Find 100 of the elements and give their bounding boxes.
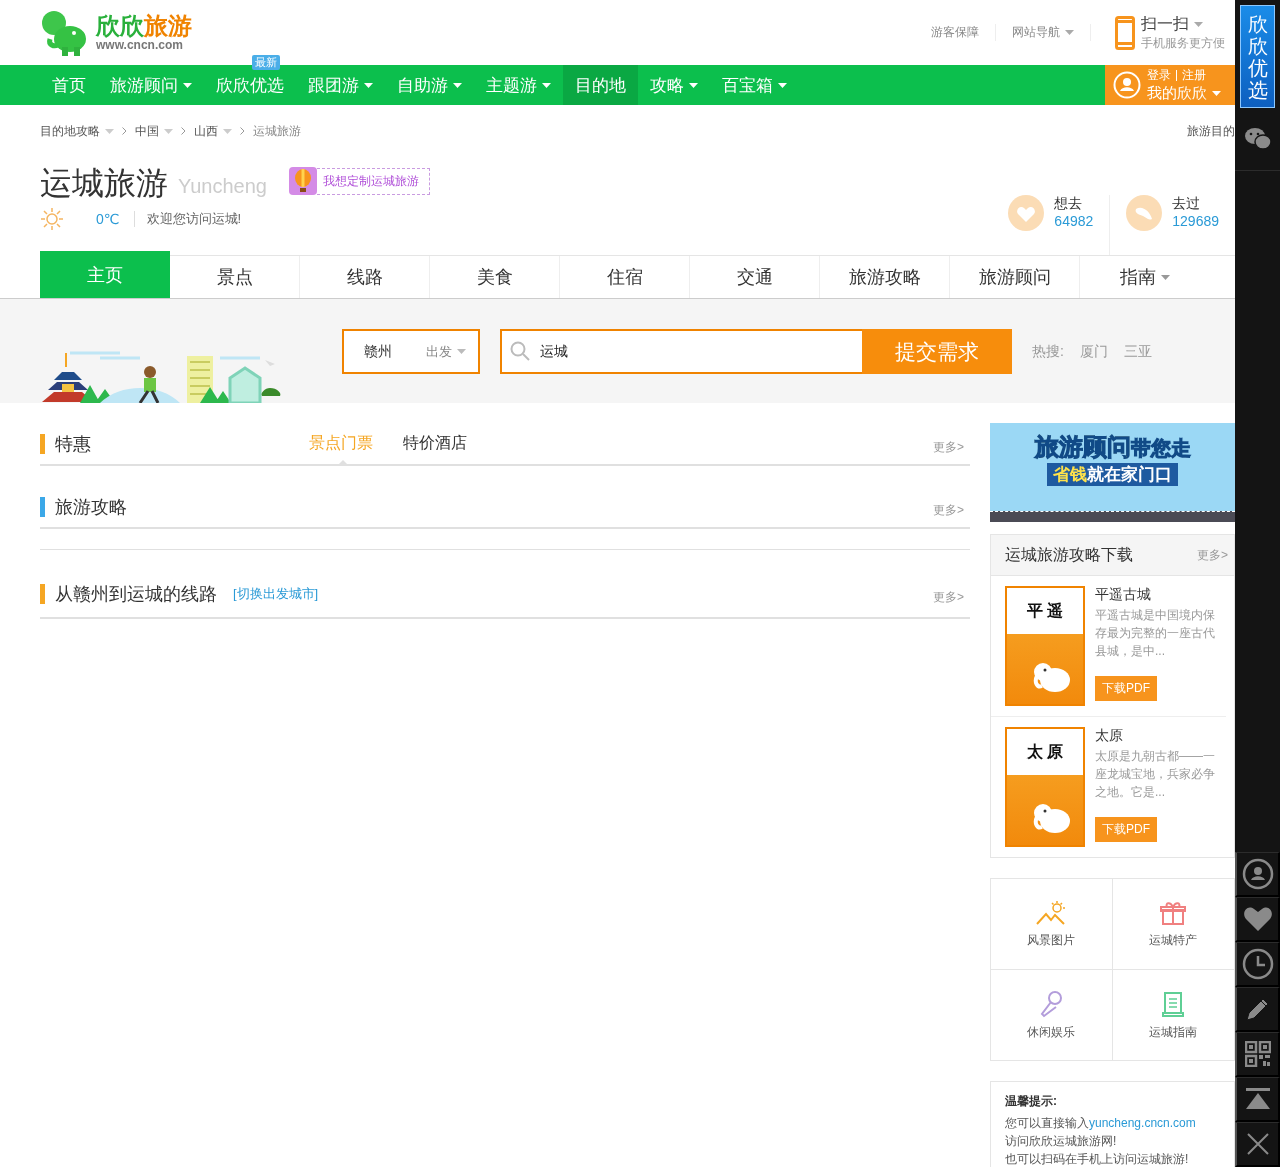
stat-label: 去过 [1172,195,1202,213]
guide-cover[interactable]: 太 原 [1005,727,1085,847]
elephant-icon [1033,801,1073,835]
user-icon [1241,858,1274,890]
chat-bubbles-icon[interactable] [1243,127,1272,151]
nav-item[interactable]: 主题游 [474,65,563,105]
caret-icon [542,82,551,88]
header-link[interactable]: 网站导航 [996,24,1091,41]
balloon-icon [289,167,317,195]
sidebar-tool[interactable] [1235,1077,1280,1122]
departure-city-select[interactable]: 赣州 出发 [342,329,480,374]
destination-tab[interactable]: 指南 [1080,256,1210,298]
advisor-banner[interactable]: 旅游顾问带您走 省钱就在家门口 [990,423,1235,522]
more-link[interactable]: 更多> [933,502,964,519]
promo-tab[interactable]: 欣欣优选 [1240,5,1275,108]
feature-link[interactable]: 运城特产 [1112,879,1234,970]
download-pdf-button[interactable]: 下载PDF [1095,817,1157,842]
new-badge: 最新 [252,55,280,70]
hot-search-link[interactable]: 厦门 [1079,343,1108,361]
nav-item[interactable]: 百宝箱 [710,65,799,105]
tips-text: 您可以直接输入yuncheng.cncn.com [1005,1115,1197,1132]
feature-link[interactable]: 运城指南 [1112,970,1234,1060]
cover-title: 太 原 [1026,741,1064,762]
scan-label: 扫一扫 [1141,13,1189,34]
caret-icon [105,128,114,134]
stat-label: 想去 [1054,195,1084,213]
section-tab[interactable]: 特价酒店 [403,423,467,464]
downloads-title: 运城旅游攻略下载 [1005,544,1133,565]
mobile-phone-icon [1115,15,1135,50]
banner-subline: 省钱就在家门口 [1047,463,1178,486]
switch-city-link[interactable]: [切换出发城市] [233,584,319,603]
register-link[interactable]: 注册 [1182,68,1206,82]
section-title: 旅游攻略 [55,495,127,519]
more-link[interactable]: 更多> [1197,546,1228,564]
nav-item[interactable]: 首页 [40,65,98,105]
close-icon [1246,1133,1269,1155]
guide-name: 平遥古城 [1095,586,1152,604]
tips-text: 也可以扫码在手机上访问运城旅游! [1005,1151,1190,1167]
tips-title: 温馨提示: [1005,1093,1058,1110]
banner-headline: 旅游顾问带您走 [1034,432,1191,462]
destination-search-field[interactable]: 运城 [500,329,862,374]
caret-icon [183,82,192,88]
gift-icon [1160,899,1187,926]
sidebar-tool[interactable] [1235,852,1280,897]
destination-title: 运城旅游 [40,165,168,201]
elephant-icon [1033,660,1073,694]
caret-icon [689,82,698,88]
brand-name: 欣欣旅游 [96,13,192,38]
caret-icon [1212,91,1221,96]
submit-request-button[interactable]: 提交需求 [862,329,1012,374]
microphone-icon [1038,989,1065,1018]
sidebar-tool[interactable] [1235,942,1280,987]
breadcrumb-item[interactable]: 目的地攻略 [40,122,114,140]
sidebar-tool[interactable] [1235,987,1280,1032]
caret-icon [1065,30,1074,35]
chevron-icon [240,127,245,135]
breadcrumb-item[interactable]: 山西 [194,122,232,140]
stat-count: 64982 [1054,213,1094,229]
hot-search-label: 热搜: [1032,343,1064,361]
welcome-text: 欢迎您访问运城! [146,210,242,228]
temperature: 0℃ [96,211,135,227]
nav-item[interactable]: 旅游顾问 [98,65,204,105]
caret-icon [457,349,466,354]
nav-item[interactable]: 目的地 [563,65,638,105]
nav-item[interactable]: 跟团游 [296,65,385,105]
nav-item[interactable]: 攻略 [638,65,710,105]
section-title: 特惠 [55,432,91,456]
heart-icon [1242,906,1273,932]
sun-icon [40,207,64,231]
breadcrumb-right-link[interactable]: 旅游目的 [1187,122,1235,140]
destination-tab[interactable]: 主页 [40,251,170,298]
guide-cover[interactable]: 平 遥 [1005,586,1085,706]
scroll-icon [1160,989,1187,1018]
breadcrumb-item[interactable]: 中国 [135,122,173,140]
caret-icon [364,82,373,88]
site-link[interactable]: yuncheng.cncn.com [1089,1116,1196,1130]
clock-icon [1241,948,1274,980]
more-link[interactable]: 更多> [933,589,964,606]
nav-item[interactable]: 自助游 [385,65,474,105]
caret-icon [1194,21,1203,27]
chevron-icon [181,127,186,135]
section-tab[interactable]: 景点门票 [309,423,373,464]
search-icon [510,341,530,361]
download-pdf-button[interactable]: 下载PDF [1095,676,1157,701]
feature-link[interactable]: 风景图片 [991,879,1113,970]
login-link[interactable]: 登录 [1147,68,1171,82]
more-link[interactable]: 更多> [933,439,964,456]
brand-domain: www.cncn.com [96,37,183,52]
feature-link[interactable]: 休闲娱乐 [991,970,1113,1060]
caret-icon [453,82,462,88]
sidebar-tool[interactable] [1235,897,1280,942]
guide-name: 太原 [1095,727,1124,745]
guide-description: 平遥古城是中国境内保存最为完整的一座古代县城，是中... [1095,607,1216,660]
sidebar-tool[interactable] [1235,1122,1280,1167]
sidebar-tool[interactable] [1235,1032,1280,1077]
hot-search-link[interactable]: 三亚 [1123,343,1152,361]
my-account-menu[interactable]: 我的欣欣 [1147,84,1207,103]
header-link[interactable]: 游客保障 [915,24,996,41]
breadcrumb-item[interactable]: 运城旅游 [253,122,301,140]
caret-icon [1161,274,1170,280]
